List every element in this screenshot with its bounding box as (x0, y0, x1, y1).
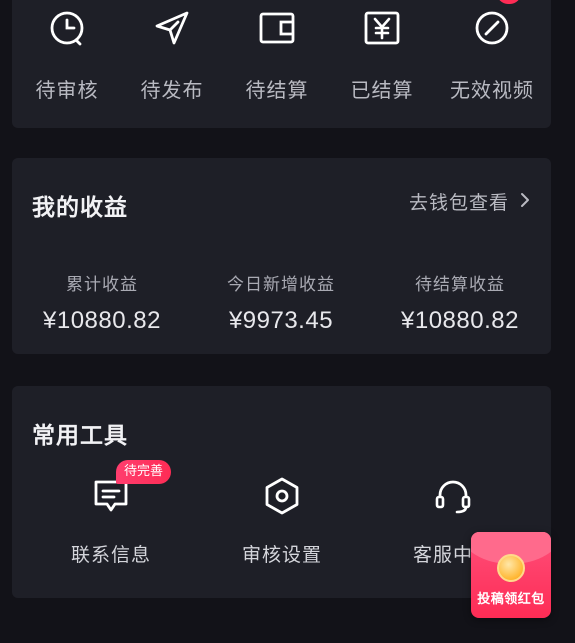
metric-label: 待结算收益 (415, 275, 505, 295)
wallet-icon (257, 8, 297, 48)
my-income-card: 我的收益 去钱包查看 累计收益 ¥10880.82 今日新增收益 ¥9973.4… (12, 158, 551, 354)
settings-hex-icon (260, 474, 304, 518)
status-item-invalid-video[interactable]: ! 无效视频 (437, 0, 547, 110)
status-label: 无效视频 (450, 78, 534, 102)
status-label: 已结算 (350, 78, 414, 102)
yen-icon (362, 8, 402, 48)
metric-total-income[interactable]: 累计收益 ¥10880.82 (17, 270, 187, 335)
income-title: 我的收益 (32, 195, 128, 221)
status-label: 待结算 (245, 78, 309, 102)
status-label: 待审核 (35, 78, 99, 102)
red-packet-label: 投稿领红包 (477, 592, 545, 607)
incomplete-tag: 待完善 (116, 460, 172, 484)
chevron-right-icon (519, 191, 531, 213)
send-icon (152, 8, 192, 48)
metric-value: ¥10880.82 (401, 307, 519, 334)
metric-label: 今日新增收益 (227, 275, 335, 295)
review-status-card: 待审核 待发布 待结算 已结算 ! 无效视频 (12, 0, 551, 128)
notification-badge: ! (497, 0, 521, 4)
metric-pending-income[interactable]: 待结算收益 ¥10880.82 (375, 270, 545, 335)
status-item-pending-publish[interactable]: 待发布 (117, 0, 227, 110)
metric-value: ¥10880.82 (43, 307, 161, 334)
tool-label: 审核设置 (241, 544, 322, 566)
status-item-pending-settlement[interactable]: 待结算 (222, 0, 332, 110)
metric-label: 累计收益 (66, 275, 138, 295)
status-item-settled[interactable]: 已结算 (327, 0, 437, 110)
coin-icon (497, 554, 525, 582)
metric-value: ¥9973.45 (228, 307, 334, 334)
submit-red-packet-button[interactable]: 投稿领红包 (471, 532, 551, 618)
invalid-icon (472, 8, 512, 48)
view-wallet-link[interactable]: 去钱包查看 (409, 188, 531, 215)
tools-title: 常用工具 (32, 423, 128, 449)
tool-label: 联系信息 (70, 544, 151, 566)
tool-review-settings[interactable]: 审核设置 (197, 468, 367, 568)
status-item-pending-review[interactable]: 待审核 (12, 0, 122, 110)
metric-today-income[interactable]: 今日新增收益 ¥9973.45 (196, 270, 366, 335)
view-wallet-label: 去钱包查看 (408, 192, 509, 214)
headset-icon (431, 474, 475, 518)
status-label: 待发布 (140, 78, 204, 102)
clock-icon (47, 8, 87, 48)
tool-contact-info[interactable]: 待完善 联系信息 (26, 460, 196, 568)
